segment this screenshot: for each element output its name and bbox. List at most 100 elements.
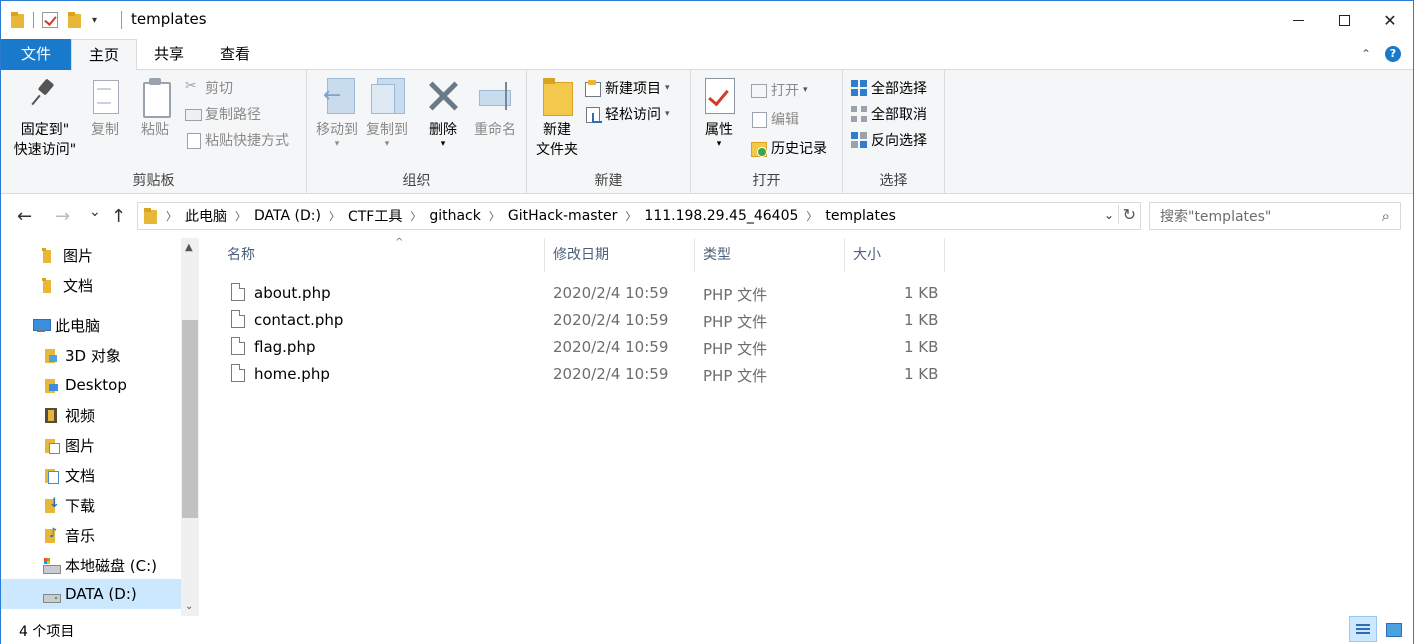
minimize-icon: [1292, 19, 1304, 21]
nav-pane-scrollbar[interactable]: ▲ ⌄: [181, 238, 199, 616]
file-type: PHP 文件: [703, 367, 768, 385]
drive-c-icon: [43, 557, 61, 574]
nav-item-3d-objects[interactable]: 3D 对象: [1, 340, 181, 370]
select-all-button[interactable]: 全部选择: [851, 76, 927, 100]
nav-item-drive-c[interactable]: 本地磁盘 (C:): [1, 550, 181, 580]
properties-quick-icon[interactable]: [42, 12, 58, 28]
help-icon[interactable]: ?: [1385, 46, 1401, 62]
table-row[interactable]: home.php 2020/2/4 10:59 PHP 文件 1 KB: [225, 361, 945, 388]
open-icon: [751, 82, 767, 98]
address-history-dropdown[interactable]: ⌄: [1104, 208, 1114, 222]
nav-item-documents-pinned[interactable]: 文档: [1, 270, 181, 300]
group-select: 全部选择 全部取消 反向选择 选择: [843, 70, 945, 194]
pictures-icon: [43, 437, 60, 454]
nav-item-pictures-pinned[interactable]: 图片: [1, 240, 181, 270]
tab-view[interactable]: 查看: [205, 39, 265, 70]
search-box[interactable]: 搜索"templates" ⌕: [1149, 202, 1401, 230]
nav-item-videos[interactable]: 视频: [1, 400, 181, 430]
clipboard-icon: [137, 76, 173, 118]
column-header-type[interactable]: 类型: [697, 238, 845, 272]
nav-item-documents[interactable]: 文档: [1, 460, 181, 490]
breadcrumb-data-d[interactable]: DATA (D:): [254, 208, 321, 224]
recent-locations-button[interactable]: ⌄: [89, 204, 101, 220]
nav-item-drive-d[interactable]: DATA (D:): [1, 579, 181, 609]
breadcrumb-ctf-tools[interactable]: CTF工具: [348, 206, 402, 226]
nav-item-pictures[interactable]: 图片: [1, 430, 181, 460]
tab-share[interactable]: 共享: [139, 39, 199, 70]
easy-access-label: 轻松访问: [605, 107, 661, 123]
copy-to-button[interactable]: 复制到 ▾: [363, 76, 411, 149]
php-file-icon: [231, 337, 245, 355]
move-to-button[interactable]: 移动到 ▾: [313, 76, 361, 149]
column-header-name[interactable]: 名称 ^: [221, 237, 545, 272]
table-row[interactable]: about.php 2020/2/4 10:59 PHP 文件 1 KB: [225, 280, 945, 307]
back-button[interactable]: ←: [17, 206, 32, 227]
breadcrumb-githack-master[interactable]: GitHack-master: [508, 208, 618, 224]
edit-button[interactable]: 编辑: [751, 107, 799, 131]
minimize-button[interactable]: [1275, 1, 1321, 39]
tab-file[interactable]: 文件: [1, 39, 71, 70]
select-none-button[interactable]: 全部取消: [851, 102, 927, 126]
nav-item-downloads[interactable]: 下载: [1, 490, 181, 520]
new-folder-button[interactable]: 新建 文件夹: [533, 76, 581, 160]
easy-access-button[interactable]: 轻松访问 ▾: [585, 102, 670, 126]
invert-selection-icon: [851, 132, 867, 148]
history-button[interactable]: 历史记录: [751, 136, 827, 160]
invert-selection-button[interactable]: 反向选择: [851, 128, 927, 152]
close-button[interactable]: ✕: [1367, 1, 1413, 39]
title-bar[interactable]: ▾ templates ✕: [1, 1, 1413, 39]
cut-button[interactable]: 剪切: [185, 76, 233, 100]
search-icon[interactable]: ⌕: [1382, 207, 1390, 225]
new-item-button[interactable]: 新建项目 ▾: [585, 76, 670, 100]
table-row[interactable]: contact.php 2020/2/4 10:59 PHP 文件 1 KB: [225, 307, 945, 334]
properties-label: 属性: [705, 122, 733, 138]
nav-item-this-pc[interactable]: 此电脑: [1, 310, 181, 340]
large-icons-view-button[interactable]: [1379, 616, 1407, 642]
chevron-right-icon[interactable]: 〉: [235, 208, 246, 224]
details-view-button[interactable]: [1349, 616, 1377, 642]
scroll-down-button[interactable]: ⌄: [185, 601, 193, 612]
select-all-icon: [851, 80, 867, 96]
chevron-right-icon[interactable]: 〉: [489, 208, 500, 224]
up-button[interactable]: ↑: [111, 206, 126, 227]
search-placeholder: 搜索"templates": [1160, 209, 1272, 225]
customize-qat-dropdown[interactable]: ▾: [92, 15, 97, 26]
breadcrumb-githack[interactable]: githack: [429, 208, 481, 224]
chevron-right-icon[interactable]: 〉: [329, 208, 340, 224]
paste-shortcut-button[interactable]: 粘贴快捷方式: [185, 128, 289, 152]
expand-ribbon-icon[interactable]: ⌃: [1361, 47, 1371, 61]
table-row[interactable]: flag.php 2020/2/4 10:59 PHP 文件 1 KB: [225, 334, 945, 361]
forward-button[interactable]: →: [55, 206, 70, 227]
properties-button[interactable]: 属性 ▾: [697, 76, 741, 149]
chevron-right-icon[interactable]: 〉: [625, 208, 636, 224]
group-label-organize: 组织: [402, 173, 431, 189]
new-folder-quick-icon[interactable]: [68, 12, 82, 28]
column-header-size[interactable]: 大小: [847, 238, 945, 272]
scroll-up-button[interactable]: ▲: [185, 242, 193, 253]
column-header-modified[interactable]: 修改日期: [547, 238, 695, 272]
breadcrumb-this-pc[interactable]: 此电脑: [185, 206, 227, 226]
open-button[interactable]: 打开 ▾: [751, 78, 808, 102]
refresh-icon[interactable]: ↻: [1117, 205, 1136, 224]
pin-quick-access-button[interactable]: 固定到" 快速访问": [9, 76, 81, 160]
delete-button[interactable]: 删除 ▾: [423, 76, 463, 149]
downloads-icon: [43, 496, 60, 513]
chevron-right-icon[interactable]: 〉: [410, 208, 421, 224]
nav-item-desktop[interactable]: Desktop: [1, 370, 181, 400]
breadcrumb-templates[interactable]: templates: [825, 208, 896, 224]
computer-icon: [33, 317, 51, 333]
tab-home[interactable]: 主页: [71, 39, 137, 71]
column-header-label: 名称: [227, 247, 255, 263]
copy-button[interactable]: 复制: [85, 76, 125, 140]
scrollbar-thumb[interactable]: [182, 320, 198, 518]
copy-path-button[interactable]: 复制路径: [185, 102, 261, 126]
paste-button[interactable]: 粘贴: [135, 76, 175, 140]
chevron-down-icon: ▾: [440, 139, 446, 149]
group-clipboard: 固定到" 快速访问" 复制 粘贴 剪切 复制路径 粘贴快捷方式: [1, 70, 307, 194]
maximize-button[interactable]: [1321, 1, 1367, 39]
address-bar[interactable]: 〉 此电脑 〉 DATA (D:) 〉 CTF工具 〉 githack 〉 Gi…: [137, 202, 1141, 230]
nav-item-music[interactable]: 音乐: [1, 520, 181, 550]
chevron-right-icon[interactable]: 〉: [806, 208, 817, 224]
breadcrumb-ip-folder[interactable]: 111.198.29.45_46405: [644, 208, 798, 224]
rename-button[interactable]: 重命名: [469, 76, 521, 140]
